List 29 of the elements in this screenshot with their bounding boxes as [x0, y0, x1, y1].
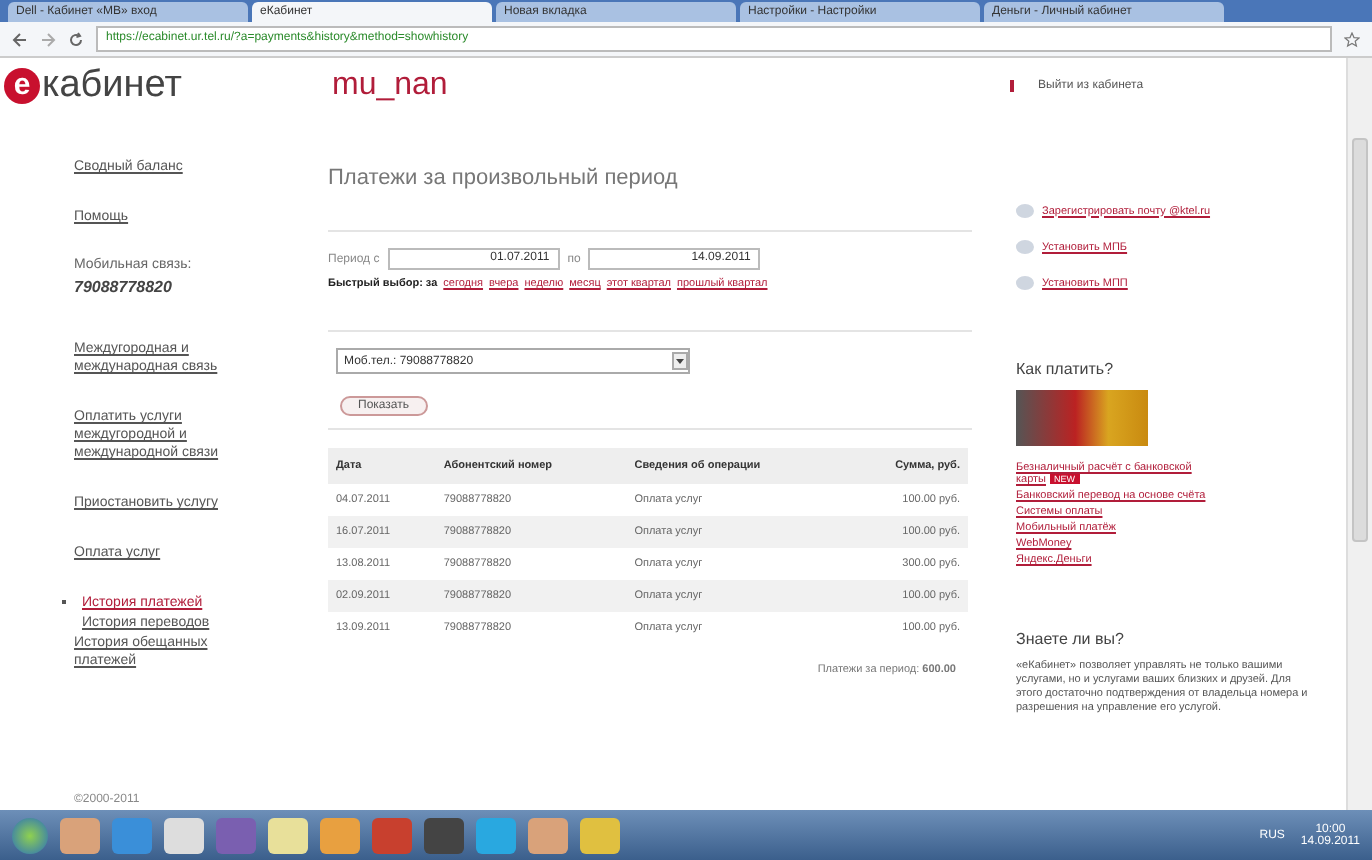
- taskbar-app-icon[interactable]: [268, 817, 308, 853]
- dropdown-caret-icon: [672, 352, 688, 370]
- page-title: Платежи за произвольный период: [328, 166, 680, 190]
- taskbar-app-icon[interactable]: [528, 817, 568, 853]
- photo-placeholder: [1016, 390, 1148, 446]
- badge-icon: [1016, 240, 1034, 254]
- section-heading: Как платить?: [1016, 360, 1116, 378]
- back-arrow-icon[interactable]: [12, 31, 28, 47]
- section-heading: Знаете ли вы?: [1016, 630, 1126, 648]
- star-icon[interactable]: [1344, 31, 1360, 47]
- taskbar-app-icon[interactable]: [164, 817, 204, 853]
- taskbar-app-icon[interactable]: [216, 817, 256, 853]
- scrollbar[interactable]: [1346, 58, 1372, 810]
- logo-mark: е: [4, 68, 40, 104]
- phone-number: 79088778820: [74, 278, 174, 296]
- scroll-thumb[interactable]: [1352, 138, 1368, 542]
- start-button[interactable]: [12, 817, 48, 853]
- taskbar-app-icon[interactable]: [320, 817, 360, 853]
- username: mu_nan: [332, 68, 448, 104]
- taskbar-app-icon[interactable]: [580, 817, 620, 853]
- logo-text: кабинет: [42, 64, 182, 108]
- taskbar-app-icon[interactable]: [424, 817, 464, 853]
- taskbar-app-icon[interactable]: [476, 817, 516, 853]
- forward-arrow-icon[interactable]: [40, 31, 56, 47]
- taskbar-app-icon[interactable]: [60, 817, 100, 853]
- badge-icon: [1016, 276, 1034, 290]
- badge-icon: [1016, 204, 1034, 218]
- taskbar-app-icon[interactable]: [372, 817, 412, 853]
- reload-icon[interactable]: [68, 31, 84, 47]
